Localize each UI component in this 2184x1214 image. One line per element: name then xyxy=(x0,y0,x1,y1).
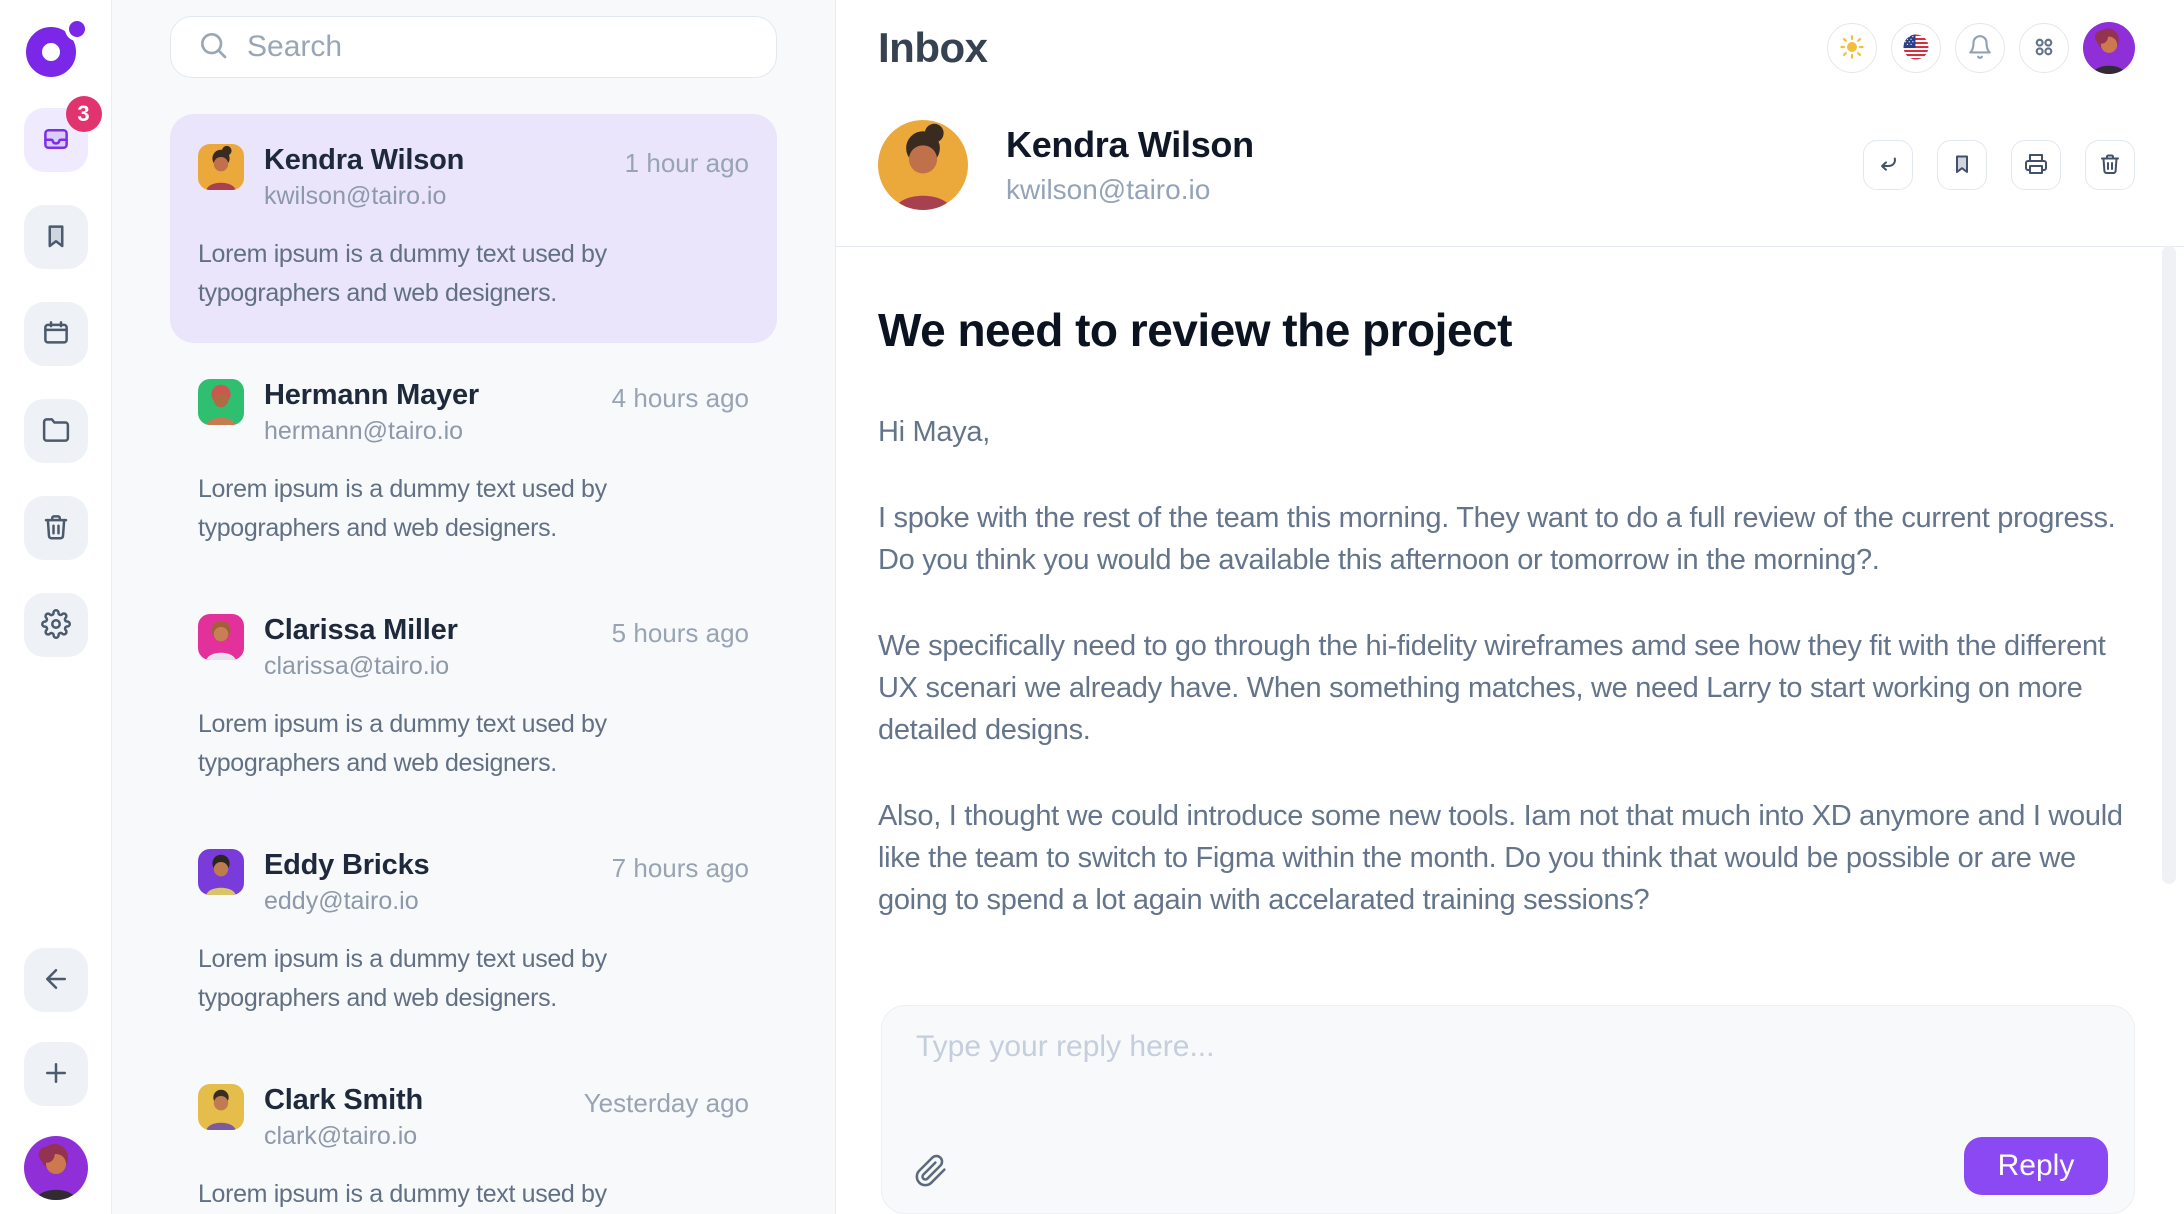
message-preview: Lorem ipsum is a dummy text used by typo… xyxy=(198,1175,749,1214)
message-preview: Lorem ipsum is a dummy text used by typo… xyxy=(198,705,749,783)
unread-count-badge: 3 xyxy=(66,96,102,132)
trash-icon xyxy=(2098,152,2122,179)
sender-email: eddy@tairo.io xyxy=(264,887,429,916)
sender-name: Clarissa Miller xyxy=(264,614,458,647)
bookmark-icon xyxy=(1950,152,1974,179)
user-avatar[interactable] xyxy=(24,1136,88,1200)
email-paragraph: Hi Maya, xyxy=(878,411,2135,453)
reply-arrow-icon xyxy=(1876,152,1900,179)
topbar: Inbox xyxy=(836,0,2184,74)
sender-email: kwilson@tairo.io xyxy=(264,182,464,211)
message-item-clarissa[interactable]: Clarissa Miller clarissa@tairo.io 5 hour… xyxy=(170,584,777,813)
apps-button[interactable] xyxy=(2019,23,2069,73)
message-preview: Lorem ipsum is a dummy text used by typo… xyxy=(198,470,749,548)
avatar xyxy=(198,144,244,190)
sun-icon xyxy=(1839,34,1865,63)
message-item-hermann[interactable]: Hermann Mayer hermann@tairo.io 4 hours a… xyxy=(170,349,777,578)
reply-button[interactable]: Reply xyxy=(1964,1137,2108,1195)
calendar-icon xyxy=(41,318,71,351)
sidebar-item-calendar[interactable] xyxy=(24,302,88,366)
search-input[interactable] xyxy=(247,30,750,64)
reply-action-button[interactable] xyxy=(1863,140,1913,190)
sender-name: Eddy Bricks xyxy=(264,849,429,882)
message-item-clark[interactable]: Clark Smith clark@tairo.io Yesterday ago… xyxy=(170,1054,777,1214)
delete-action-button[interactable] xyxy=(2085,140,2135,190)
trash-icon xyxy=(41,512,71,545)
reply-input[interactable] xyxy=(908,1026,2108,1137)
search-bar xyxy=(170,16,777,78)
apps-grid-icon xyxy=(2031,34,2057,63)
sender-email: clarissa@tairo.io xyxy=(264,652,458,681)
theme-toggle-button[interactable] xyxy=(1827,23,1877,73)
attach-file-button[interactable] xyxy=(908,1154,948,1195)
add-button[interactable] xyxy=(24,1042,88,1106)
page-title: Inbox xyxy=(878,24,988,72)
us-flag-icon xyxy=(1903,34,1929,63)
sidebar-item-settings[interactable] xyxy=(24,593,88,657)
email-body: We need to review the project Hi Maya, I… xyxy=(836,247,2184,939)
printer-icon xyxy=(2024,152,2048,179)
scrollbar-thumb[interactable] xyxy=(2162,246,2176,884)
reply-composer: Reply xyxy=(881,1005,2135,1214)
message-time: 1 hour ago xyxy=(625,144,749,179)
bookmark-action-button[interactable] xyxy=(1937,140,1987,190)
back-button[interactable] xyxy=(24,948,88,1012)
topbar-actions xyxy=(1827,22,2135,74)
sidebar-item-inbox[interactable]: 3 xyxy=(24,108,88,172)
bell-icon xyxy=(1967,34,1993,63)
gear-icon xyxy=(41,609,71,642)
bookmark-icon xyxy=(41,221,71,254)
email-header: Kendra Wilson kwilson@tairo.io xyxy=(836,74,2184,246)
email-paragraph: We specifically need to go through the h… xyxy=(878,625,2135,751)
message-time: Yesterday ago xyxy=(584,1084,749,1119)
message-time: 7 hours ago xyxy=(612,849,749,884)
notifications-button[interactable] xyxy=(1955,23,2005,73)
sender-name: Kendra Wilson xyxy=(264,144,464,177)
message-time: 4 hours ago xyxy=(612,379,749,414)
message-item-eddy[interactable]: Eddy Bricks eddy@tairo.io 7 hours ago Lo… xyxy=(170,819,777,1048)
sidebar-item-files[interactable] xyxy=(24,399,88,463)
sender-name: Kendra Wilson xyxy=(1006,124,1254,166)
email-paragraph: Also, I thought we could introduce some … xyxy=(878,795,2135,921)
sender-avatar xyxy=(878,120,968,210)
sender-email: clark@tairo.io xyxy=(264,1122,423,1151)
email-subject: We need to review the project xyxy=(878,303,2135,357)
profile-avatar[interactable] xyxy=(2083,22,2135,74)
message-preview: Lorem ipsum is a dummy text used by typo… xyxy=(198,940,749,1018)
main-content: Inbox xyxy=(836,0,2184,1214)
sender-email: kwilson@tairo.io xyxy=(1006,174,1254,206)
plus-icon xyxy=(41,1058,71,1091)
message-list: Kendra Wilson kwilson@tairo.io 1 hour ag… xyxy=(170,114,777,1214)
email-actions xyxy=(1863,140,2135,190)
sender-email: hermann@tairo.io xyxy=(264,417,479,446)
reply-footer: Reply xyxy=(908,1137,2108,1195)
sidebar-item-bookmarks[interactable] xyxy=(24,205,88,269)
message-list-panel: Kendra Wilson kwilson@tairo.io 1 hour ag… xyxy=(112,0,836,1214)
paperclip-icon xyxy=(914,1176,948,1191)
mail-app: 3 xyxy=(0,0,2184,1214)
sender-name: Clark Smith xyxy=(264,1084,423,1117)
language-button[interactable] xyxy=(1891,23,1941,73)
arrow-left-icon xyxy=(41,964,71,997)
folder-icon xyxy=(41,415,71,448)
avatar xyxy=(198,1084,244,1130)
avatar xyxy=(198,379,244,425)
inbox-icon xyxy=(41,124,71,157)
avatar xyxy=(198,614,244,660)
sender-name: Hermann Mayer xyxy=(264,379,479,412)
sidebar-nav: 3 xyxy=(24,108,88,657)
message-time: 5 hours ago xyxy=(612,614,749,649)
avatar xyxy=(198,849,244,895)
icon-sidebar: 3 xyxy=(0,0,112,1214)
brand-logo-icon xyxy=(25,18,87,78)
print-action-button[interactable] xyxy=(2011,140,2061,190)
email-paragraph: I spoke with the rest of the team this m… xyxy=(878,497,2135,581)
message-item-kendra[interactable]: Kendra Wilson kwilson@tairo.io 1 hour ag… xyxy=(170,114,777,343)
message-preview: Lorem ipsum is a dummy text used by typo… xyxy=(198,235,749,313)
search-icon xyxy=(197,29,229,66)
sidebar-footer xyxy=(24,948,88,1200)
sidebar-item-trash[interactable] xyxy=(24,496,88,560)
